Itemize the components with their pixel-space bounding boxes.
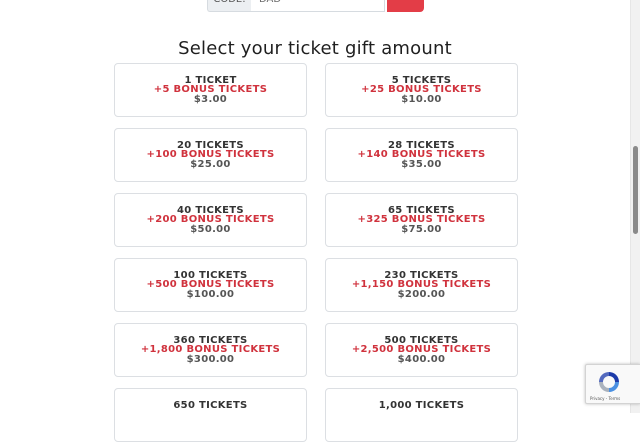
price: $300.00 xyxy=(186,353,235,365)
price: $25.00 xyxy=(190,158,231,170)
ticket-count: 1,000 TICKETS xyxy=(378,400,465,411)
price: $75.00 xyxy=(401,223,442,235)
recaptcha-links[interactable]: Privacy - Terms xyxy=(590,396,620,401)
price: $50.00 xyxy=(190,223,231,235)
recaptcha-icon xyxy=(599,372,619,392)
ticket-option-card[interactable]: 20 TICKETS +100 BONUS TICKETS $25.00 xyxy=(114,128,307,182)
price: $3.00 xyxy=(193,93,228,105)
price: $400.00 xyxy=(397,353,446,365)
ticket-option-card[interactable]: 360 TICKETS +1,800 BONUS TICKETS $300.00 xyxy=(114,323,307,377)
ticket-option-card[interactable]: 650 TICKETS xyxy=(114,388,307,442)
price: $35.00 xyxy=(401,158,442,170)
price: $10.00 xyxy=(401,93,442,105)
ticket-option-card[interactable]: 100 TICKETS +500 BONUS TICKETS $100.00 xyxy=(114,258,307,312)
ticket-count: 650 TICKETS xyxy=(173,400,248,411)
price: $100.00 xyxy=(186,288,235,300)
ticket-option-card[interactable]: 40 TICKETS +200 BONUS TICKETS $50.00 xyxy=(114,193,307,247)
ticket-option-card[interactable]: 65 TICKETS +325 BONUS TICKETS $75.00 xyxy=(325,193,518,247)
ticket-option-card[interactable]: 230 TICKETS +1,150 BONUS TICKETS $200.00 xyxy=(325,258,518,312)
ticket-option-card[interactable]: 500 TICKETS +2,500 BONUS TICKETS $400.00 xyxy=(325,323,518,377)
code-input[interactable]: DAD xyxy=(251,0,385,12)
ticket-option-card[interactable]: 5 TICKETS +25 BONUS TICKETS $10.00 xyxy=(325,63,518,117)
page-scrollbar[interactable] xyxy=(630,0,640,413)
section-title: Select your ticket gift amount xyxy=(178,38,452,59)
promo-code-row: CODE: DAD xyxy=(207,0,424,12)
recaptcha-badge[interactable]: Privacy - Terms xyxy=(585,364,640,404)
ticket-option-card[interactable]: 28 TICKETS +140 BONUS TICKETS $35.00 xyxy=(325,128,518,182)
ticket-options-grid: 1 TICKET +5 BONUS TICKETS $3.00 5 TICKET… xyxy=(114,63,518,442)
scrollbar-thumb[interactable] xyxy=(633,146,638,234)
ticket-option-card[interactable]: 1 TICKET +5 BONUS TICKETS $3.00 xyxy=(114,63,307,117)
apply-code-button[interactable] xyxy=(387,0,424,12)
price: $200.00 xyxy=(397,288,446,300)
ticket-option-card[interactable]: 1,000 TICKETS xyxy=(325,388,518,442)
code-label: CODE: xyxy=(207,0,251,12)
